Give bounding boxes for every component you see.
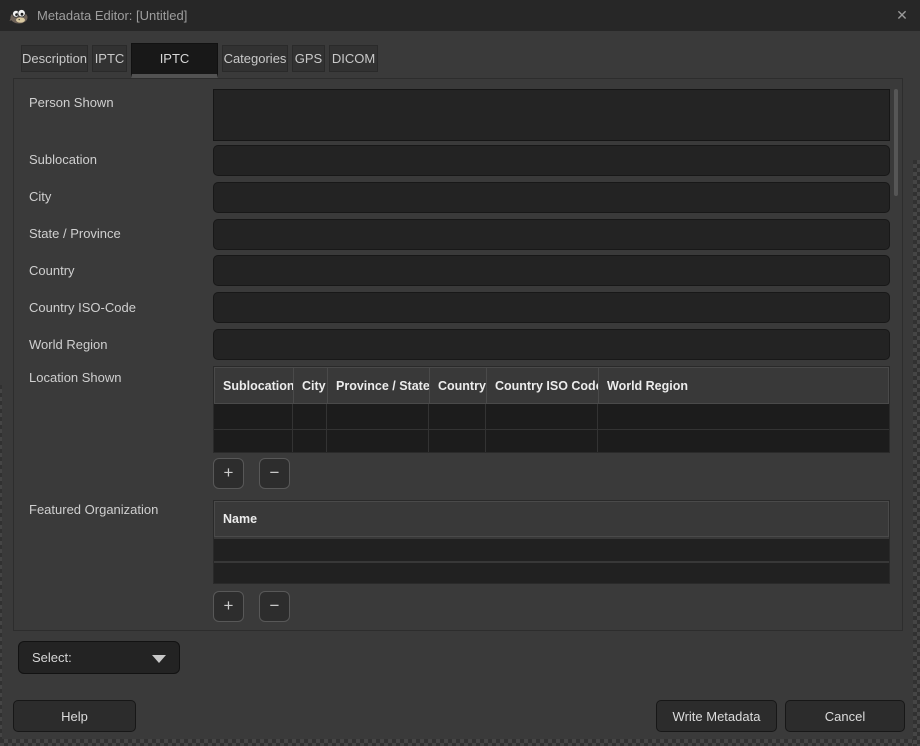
person-shown-label: Person Shown bbox=[29, 95, 114, 110]
tab-dicom[interactable]: DICOM bbox=[329, 45, 378, 72]
state-province-input[interactable] bbox=[213, 219, 890, 250]
organization-add-button[interactable]: + bbox=[213, 591, 244, 622]
window-edge-pattern-left bbox=[0, 385, 2, 739]
window-edge-pattern-bottom bbox=[0, 739, 920, 746]
select-dropdown-value: Select: bbox=[32, 650, 72, 665]
gimp-wilber-icon bbox=[9, 8, 29, 24]
chevron-down-icon bbox=[152, 655, 166, 663]
tab-gps[interactable]: GPS bbox=[292, 45, 325, 72]
country-input[interactable] bbox=[213, 255, 890, 286]
state-province-label: State / Province bbox=[29, 226, 121, 241]
column-header-world-region: World Region bbox=[599, 368, 888, 403]
table-row[interactable] bbox=[214, 561, 889, 583]
featured-organization-table: Name bbox=[213, 500, 890, 584]
country-label: Country bbox=[29, 263, 75, 278]
world-region-input[interactable] bbox=[213, 329, 890, 360]
help-button[interactable]: Help bbox=[13, 700, 136, 732]
titlebar: Metadata Editor: [Untitled] ✕ bbox=[0, 0, 920, 31]
column-header-country: Country bbox=[430, 368, 487, 403]
sublocation-label: Sublocation bbox=[29, 152, 97, 167]
tab-categories[interactable]: Categories bbox=[222, 45, 288, 72]
tab-iptc-extension[interactable]: IPTC Extension bbox=[131, 43, 218, 78]
location-shown-table: Sublocation City Province / State Countr… bbox=[213, 366, 890, 453]
scrollbar-thumb[interactable] bbox=[894, 89, 898, 196]
column-header-province-state: Province / State bbox=[328, 368, 430, 403]
window-title: Metadata Editor: [Untitled] bbox=[37, 8, 187, 23]
write-metadata-button[interactable]: Write Metadata bbox=[656, 700, 777, 732]
tab-description[interactable]: Description bbox=[21, 45, 88, 72]
country-iso-code-input[interactable] bbox=[213, 292, 890, 323]
column-header-country-iso-code: Country ISO Code bbox=[487, 368, 599, 403]
location-shown-label: Location Shown bbox=[29, 370, 122, 385]
featured-organization-table-header: Name bbox=[214, 501, 889, 537]
column-header-name: Name bbox=[215, 502, 888, 536]
location-remove-button[interactable]: − bbox=[259, 458, 290, 489]
metadata-editor-window: Metadata Editor: [Untitled] ✕ Descriptio… bbox=[0, 0, 920, 746]
city-label: City bbox=[29, 189, 51, 204]
table-row[interactable] bbox=[214, 429, 889, 452]
tab-iptc[interactable]: IPTC bbox=[92, 45, 127, 72]
country-iso-code-label: Country ISO-Code bbox=[29, 300, 136, 315]
world-region-label: World Region bbox=[29, 337, 108, 352]
location-shown-table-header: Sublocation City Province / State Countr… bbox=[214, 367, 889, 404]
close-icon[interactable]: ✕ bbox=[888, 0, 916, 31]
table-row[interactable] bbox=[214, 537, 889, 561]
cancel-button[interactable]: Cancel bbox=[785, 700, 905, 732]
featured-organization-label: Featured Organization bbox=[29, 502, 158, 517]
table-row[interactable] bbox=[214, 404, 889, 429]
column-header-city: City bbox=[294, 368, 328, 403]
organization-remove-button[interactable]: − bbox=[259, 591, 290, 622]
select-dropdown[interactable]: Select: bbox=[18, 641, 180, 674]
location-add-button[interactable]: + bbox=[213, 458, 244, 489]
city-input[interactable] bbox=[213, 182, 890, 213]
iptc-extension-panel: Person Shown Sublocation City State / Pr… bbox=[13, 78, 903, 631]
sublocation-input[interactable] bbox=[213, 145, 890, 176]
column-header-sublocation: Sublocation bbox=[215, 368, 294, 403]
window-edge-pattern-right bbox=[913, 160, 920, 746]
person-shown-textarea[interactable] bbox=[213, 89, 890, 141]
